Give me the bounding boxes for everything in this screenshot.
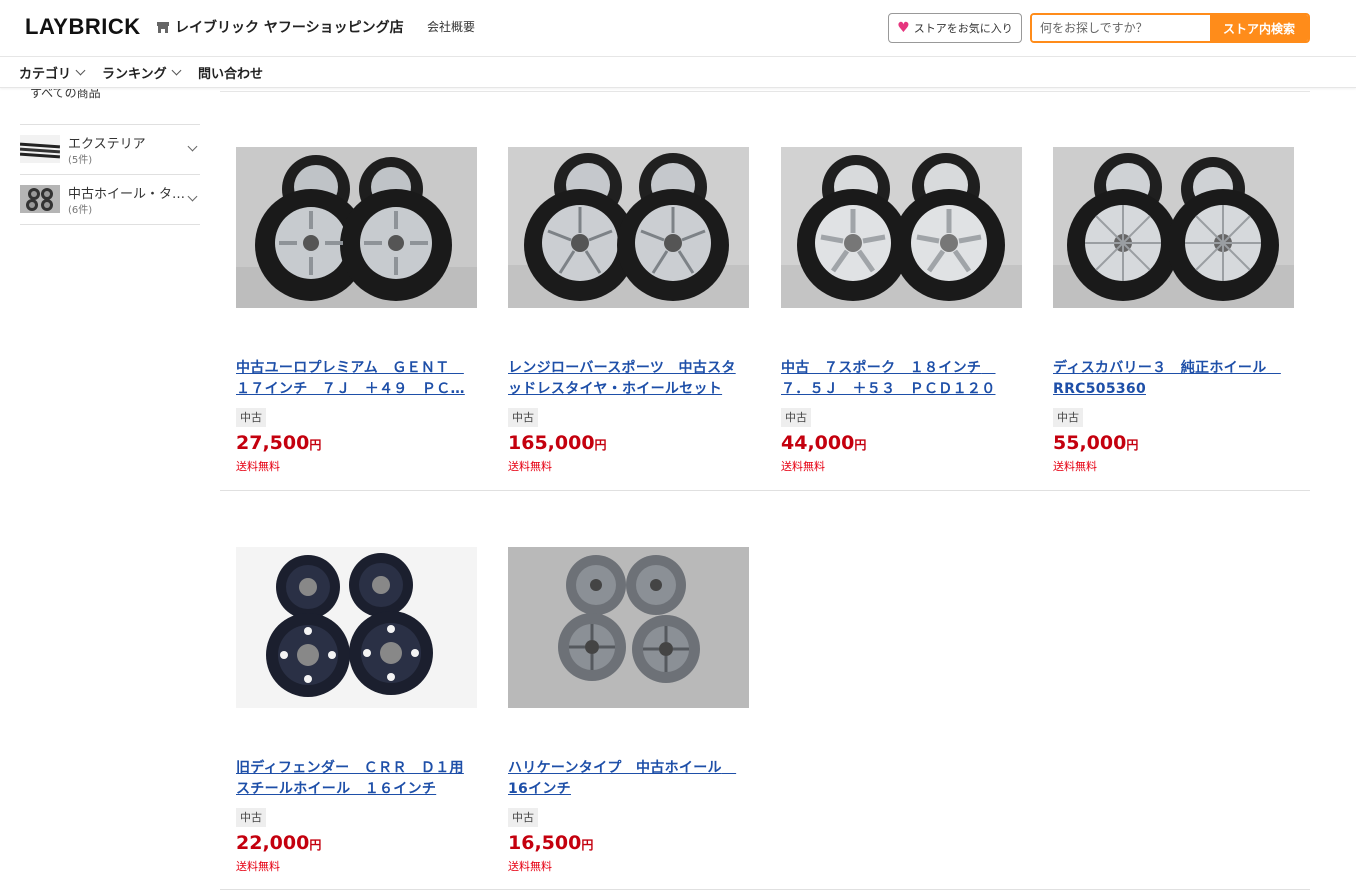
chevron-down-icon (171, 65, 182, 76)
wheels-thumbnail (20, 185, 60, 213)
product-price: 22,000円 (236, 832, 322, 854)
company-info-link[interactable]: 会社概要 (427, 18, 475, 35)
heart-icon: ♥ (897, 20, 910, 36)
condition-badge: 中古 (508, 808, 538, 827)
product-image[interactable] (1053, 147, 1294, 308)
product-card[interactable]: ディスカバリー３ 純正ホイール RRC505360 中古 55,000円 送料無… (1053, 147, 1294, 473)
nav-bar: カテゴリ ランキング 問い合わせ (0, 57, 1356, 88)
sidebar-item-label: エクステリア (68, 137, 146, 152)
condition-badge: 中古 (236, 408, 266, 427)
sidebar-item-label: 中古ホイール・タ… (68, 187, 186, 202)
product-card[interactable]: 中古ユーロプレミアム ＧＥＮＴ １７インチ ７Ｊ ＋４９ ＰＣ… 中古 27,5… (236, 147, 477, 473)
product-card[interactable]: 旧ディフェンダー ＣＲＲ Ｄ１用スチールホイール １６インチ 中古 22,000… (236, 547, 477, 873)
condition-badge: 中古 (781, 408, 811, 427)
sidebar-item-used-wheels[interactable]: 中古ホイール・タ… (6件) (20, 174, 200, 224)
product-image[interactable] (781, 147, 1022, 308)
product-title-link[interactable]: レンジローバースポーツ 中古スタッドレスタイヤ・ホイールセット (508, 358, 749, 400)
sidebar-item-count: (6件) (68, 205, 93, 216)
store-logo[interactable]: LAYBRICK (25, 14, 141, 40)
product-price: 27,500円 (236, 432, 322, 454)
exterior-thumbnail (20, 135, 60, 163)
grid-top-divider (220, 91, 1310, 92)
product-title-link[interactable]: 中古 ７スポーク １８インチ ７．５Ｊ ＋５３ ＰＣＤ１２０ (781, 358, 1022, 400)
header: LAYBRICK レイブリック ヤフーショッピング店 会社概要 ♥ ストアをお気… (0, 0, 1356, 57)
condition-badge: 中古 (236, 808, 266, 827)
product-price: 165,000円 (508, 432, 607, 454)
chevron-down-icon (75, 65, 86, 76)
product-card[interactable]: レンジローバースポーツ 中古スタッドレスタイヤ・ホイールセット 中古 165,0… (508, 147, 749, 473)
product-title-link[interactable]: 中古ユーロプレミアム ＧＥＮＴ １７インチ ７Ｊ ＋４９ ＰＣ… (236, 358, 477, 400)
sidebar-item-count: (5件) (68, 155, 93, 166)
nav-contact[interactable]: 問い合わせ (198, 63, 263, 82)
free-shipping-label: 送料無料 (781, 460, 825, 473)
search-button[interactable]: ストア内検索 (1210, 15, 1308, 41)
nav-category[interactable]: カテゴリ (19, 63, 86, 82)
condition-badge: 中古 (1053, 408, 1083, 427)
chevron-down-icon[interactable] (187, 141, 198, 152)
free-shipping-label: 送料無料 (236, 460, 280, 473)
nav-contact-label: 問い合わせ (198, 67, 264, 82)
store-name[interactable]: レイブリック ヤフーショッピング店 (175, 17, 404, 37)
product-price: 55,000円 (1053, 432, 1139, 454)
condition-badge: 中古 (508, 408, 538, 427)
sidebar-item-exterior[interactable]: エクステリア (5件) (20, 124, 200, 174)
free-shipping-label: 送料無料 (236, 860, 280, 873)
row-divider (220, 490, 1310, 491)
product-image[interactable] (236, 547, 477, 708)
product-title-link[interactable]: 旧ディフェンダー ＣＲＲ Ｄ１用スチールホイール １６インチ (236, 758, 477, 800)
product-title-link[interactable]: ディスカバリー３ 純正ホイール RRC505360 (1053, 358, 1294, 400)
favorite-store-button[interactable]: ♥ ストアをお気に入り (888, 13, 1022, 43)
product-card[interactable]: 中古 ７スポーク １８インチ ７．５Ｊ ＋５３ ＰＣＤ１２０ 中古 44,000… (781, 147, 1022, 473)
product-card[interactable]: ハリケーンタイプ 中古ホイール 16インチ 中古 16,500円 送料無料 (508, 547, 749, 873)
free-shipping-label: 送料無料 (508, 460, 552, 473)
row-divider (220, 889, 1310, 890)
product-image[interactable] (236, 147, 477, 308)
favorite-store-label: ストアをお気に入り (913, 22, 1013, 35)
free-shipping-label: 送料無料 (1053, 460, 1097, 473)
store-icon (157, 22, 169, 33)
product-title-link[interactable]: ハリケーンタイプ 中古ホイール 16インチ (508, 758, 749, 800)
free-shipping-label: 送料無料 (508, 860, 552, 873)
product-price: 44,000円 (781, 432, 867, 454)
sidebar-divider (20, 224, 200, 225)
nav-category-label: カテゴリ (19, 67, 72, 82)
nav-ranking-label: ランキング (102, 67, 167, 82)
chevron-down-icon[interactable] (187, 191, 198, 202)
product-image[interactable] (508, 547, 749, 708)
product-image[interactable] (508, 147, 749, 308)
nav-ranking[interactable]: ランキング (102, 63, 182, 82)
product-price: 16,500円 (508, 832, 594, 854)
search-input[interactable] (1032, 15, 1210, 41)
search-box: ストア内検索 (1030, 13, 1310, 43)
